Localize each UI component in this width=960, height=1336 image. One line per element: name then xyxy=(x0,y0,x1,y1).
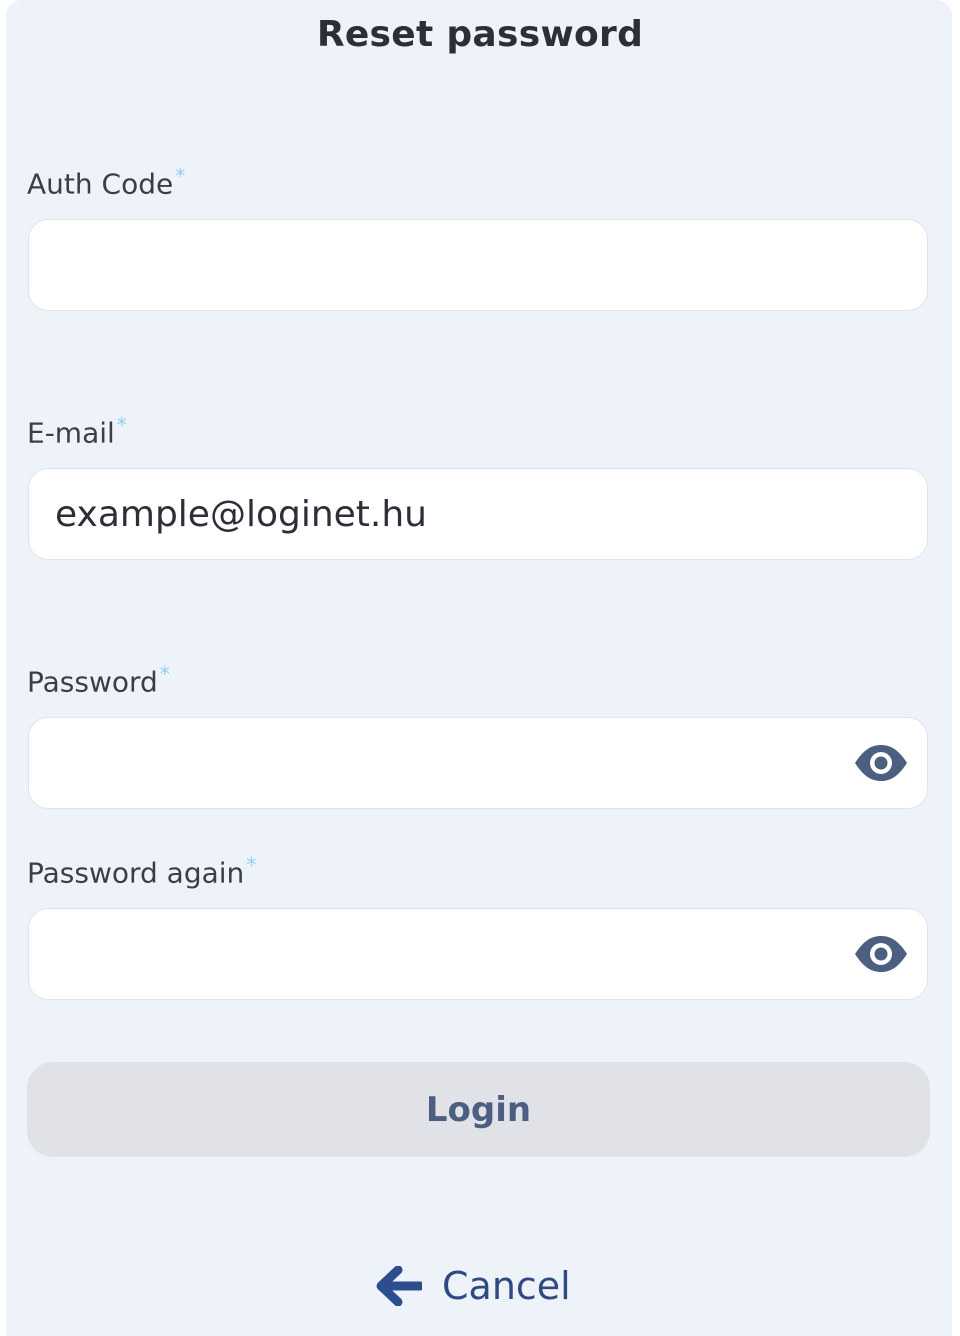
auth-code-label: Auth Code * xyxy=(27,164,185,200)
password-field[interactable] xyxy=(28,717,928,809)
auth-code-label-text: Auth Code xyxy=(27,167,174,201)
email-label-text: E-mail xyxy=(27,416,115,450)
login-button[interactable]: Login xyxy=(27,1062,930,1157)
password-again-input[interactable] xyxy=(55,909,845,999)
required-mark: * xyxy=(116,413,127,437)
cancel-link[interactable]: Cancel xyxy=(376,1258,571,1314)
password-input[interactable] xyxy=(55,718,845,808)
password-again-label: Password again * xyxy=(27,853,256,889)
password-label: Password * xyxy=(27,662,170,698)
required-mark: * xyxy=(175,164,186,188)
arrow-left-icon xyxy=(376,1266,422,1306)
email-field[interactable] xyxy=(28,468,928,560)
eye-icon[interactable] xyxy=(853,934,909,974)
email-input[interactable] xyxy=(55,469,845,559)
email-label: E-mail * xyxy=(27,413,127,449)
cancel-label: Cancel xyxy=(442,1264,571,1308)
required-mark: * xyxy=(159,662,170,686)
auth-code-field[interactable] xyxy=(28,219,928,311)
password-again-field[interactable] xyxy=(28,908,928,1000)
required-mark: * xyxy=(246,853,257,877)
auth-code-input[interactable] xyxy=(55,220,845,310)
page-title: Reset password xyxy=(316,14,644,55)
password-again-label-text: Password again xyxy=(27,856,245,890)
password-label-text: Password xyxy=(27,665,158,699)
eye-icon[interactable] xyxy=(853,743,909,783)
